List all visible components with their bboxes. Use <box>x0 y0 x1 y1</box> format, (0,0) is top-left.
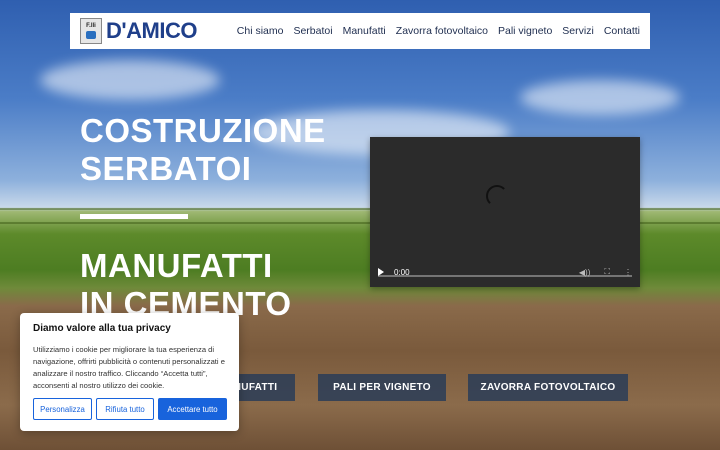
fullscreen-icon[interactable]: ⛶ <box>604 267 610 277</box>
logo[interactable]: F.lli D'AMICO <box>80 18 197 44</box>
logo-icon: F.lli <box>80 18 102 44</box>
nav-zavorra-fotovoltaico[interactable]: Zavorra fotovoltaico <box>396 25 488 37</box>
video-controls: 0:00 ◀)) ⛶ ⋮ <box>370 257 640 287</box>
cookie-title: Diamo valore alla tua privacy <box>33 323 171 334</box>
hero-line-1: COSTRUZIONE <box>80 112 326 149</box>
hero-title-2: MANUFATTI IN CEMENTO <box>80 247 292 323</box>
nav-serbatoi[interactable]: Serbatoi <box>293 25 332 37</box>
reject-all-button[interactable]: Rifiuta tutto <box>96 398 154 420</box>
cloud <box>520 80 680 115</box>
video-player[interactable]: 0:00 ◀)) ⛶ ⋮ <box>370 137 640 287</box>
hero-divider <box>80 214 188 219</box>
hero-line-2: SERBATOI <box>80 150 252 187</box>
cookie-consent-banner: Diamo valore alla tua privacy Utilizziam… <box>20 313 239 431</box>
play-icon[interactable] <box>378 268 384 276</box>
nav-manufatti[interactable]: Manufatti <box>343 25 386 37</box>
logo-small-text: F.lli <box>86 23 96 29</box>
nav-chi-siamo[interactable]: Chi siamo <box>237 25 284 37</box>
customize-button[interactable]: Personalizza <box>33 398 92 420</box>
main-nav: Chi siamo Serbatoi Manufatti Zavorra fot… <box>237 25 640 37</box>
accept-all-button[interactable]: Accettare tutto <box>158 398 227 420</box>
more-options-icon[interactable]: ⋮ <box>624 268 632 277</box>
video-time: 0:00 <box>394 267 410 277</box>
pali-vigneto-button[interactable]: PALI PER VIGNETO <box>318 374 446 401</box>
nav-pali-vigneto[interactable]: Pali vigneto <box>498 25 552 37</box>
nav-servizi[interactable]: Servizi <box>562 25 594 37</box>
hero-line-3: MANUFATTI <box>80 247 273 284</box>
cookie-text: Utilizziamo i cookie per migliorare la t… <box>33 345 225 390</box>
cloud <box>40 60 220 100</box>
logo-text: D'AMICO <box>106 18 197 43</box>
site-header: F.lli D'AMICO Chi siamo Serbatoi Manufat… <box>70 13 650 49</box>
cookie-buttons: Personalizza Rifiuta tutto Accettare tut… <box>33 398 227 420</box>
tank-icon <box>86 31 96 39</box>
nav-contatti[interactable]: Contatti <box>604 25 640 37</box>
zavorra-fotovoltaico-button[interactable]: ZAVORRA FOTOVOLTAICO <box>468 374 628 401</box>
loading-spinner-icon <box>486 185 508 207</box>
hero-title-1: COSTRUZIONE SERBATOI <box>80 112 326 188</box>
mute-icon[interactable]: ◀)) <box>579 268 590 277</box>
